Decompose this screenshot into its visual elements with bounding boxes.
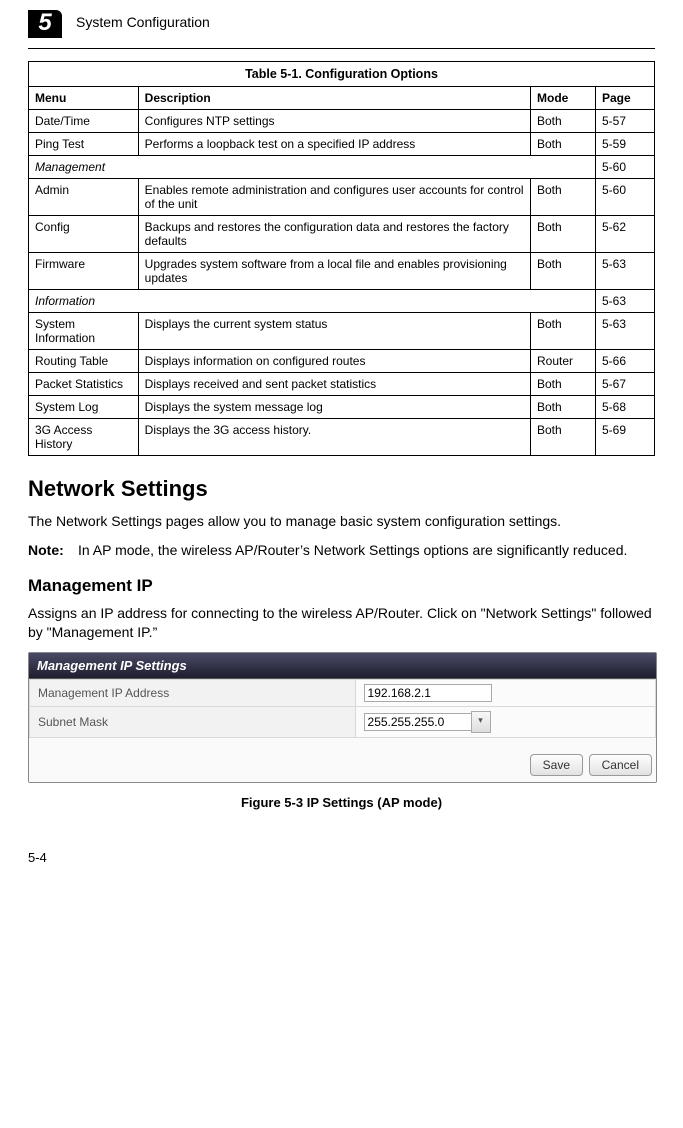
cell-menu: Packet Statistics	[29, 373, 139, 396]
cell-page: 5-60	[596, 156, 655, 179]
subnet-mask-label: Subnet Mask	[30, 706, 356, 737]
cell-mode: Router	[531, 350, 596, 373]
cell-desc: Displays received and sent packet statis…	[138, 373, 530, 396]
figure-caption: Figure 5-3 IP Settings (AP mode)	[28, 795, 655, 810]
note-label: Note:	[28, 541, 78, 560]
ip-row: Management IP Address	[30, 679, 656, 706]
table-row: Date/Time Configures NTP settings Both 5…	[29, 110, 655, 133]
note-block: Note: In AP mode, the wireless AP/Router…	[28, 541, 655, 560]
note-body: In AP mode, the wireless AP/Router’s Net…	[78, 541, 655, 560]
ip-settings-table: Management IP Address Subnet Mask ▾	[29, 679, 656, 738]
save-button[interactable]: Save	[530, 754, 583, 776]
cell-menu: System Log	[29, 396, 139, 419]
cell-menu: Firmware	[29, 253, 139, 290]
configuration-options-table: Table 5-1. Configuration Options Menu De…	[28, 61, 655, 456]
cell-mode: Both	[531, 133, 596, 156]
table-row: Config Backups and restores the configur…	[29, 216, 655, 253]
cell-page: 5-62	[596, 216, 655, 253]
page-number: 5-4	[28, 850, 655, 865]
cell-mode: Both	[531, 253, 596, 290]
cell-page: 5-59	[596, 133, 655, 156]
cell-menu: System Information	[29, 313, 139, 350]
table-row: Packet Statistics Displays received and …	[29, 373, 655, 396]
table-row: Routing Table Displays information on co…	[29, 350, 655, 373]
cell-menu: Ping Test	[29, 133, 139, 156]
table-section-row: Management 5-60	[29, 156, 655, 179]
chapter-title: System Configuration	[76, 14, 210, 30]
table-caption: Table 5-1. Configuration Options	[28, 61, 655, 86]
cancel-button[interactable]: Cancel	[589, 754, 652, 776]
cell-mode: Both	[531, 110, 596, 133]
cell-mode: Both	[531, 216, 596, 253]
cell-section: Management	[29, 156, 596, 179]
col-header-mode: Mode	[531, 87, 596, 110]
cell-section: Information	[29, 290, 596, 313]
cell-mode: Both	[531, 313, 596, 350]
cell-desc: Displays the system message log	[138, 396, 530, 419]
cell-page: 5-67	[596, 373, 655, 396]
table-row: System Information Displays the current …	[29, 313, 655, 350]
heading-management-ip: Management IP	[28, 576, 655, 596]
cell-page: 5-57	[596, 110, 655, 133]
cell-desc: Upgrades system software from a local fi…	[138, 253, 530, 290]
cell-menu: 3G Access History	[29, 419, 139, 456]
management-ip-settings-panel: Management IP Settings Management IP Add…	[28, 652, 657, 783]
mask-row: Subnet Mask ▾	[30, 706, 656, 737]
cell-mode: Both	[531, 179, 596, 216]
chevron-down-icon[interactable]: ▾	[471, 711, 491, 733]
ip-address-label: Management IP Address	[30, 679, 356, 706]
cell-menu: Admin	[29, 179, 139, 216]
cell-page: 5-63	[596, 290, 655, 313]
cell-desc: Displays information on configured route…	[138, 350, 530, 373]
chapter-number-tab: 5	[28, 10, 62, 38]
paragraph-network-settings: The Network Settings pages allow you to …	[28, 512, 655, 531]
cell-page: 5-63	[596, 253, 655, 290]
cell-page: 5-68	[596, 396, 655, 419]
table-row: Ping Test Performs a loopback test on a …	[29, 133, 655, 156]
subnet-mask-input[interactable]	[364, 713, 471, 731]
col-header-page: Page	[596, 87, 655, 110]
paragraph-management-ip: Assigns an IP address for connecting to …	[28, 604, 655, 642]
cell-desc: Enables remote administration and config…	[138, 179, 530, 216]
table-row: Firmware Upgrades system software from a…	[29, 253, 655, 290]
table-row: Admin Enables remote administration and …	[29, 179, 655, 216]
col-header-menu: Menu	[29, 87, 139, 110]
cell-desc: Backups and restores the configuration d…	[138, 216, 530, 253]
cell-desc: Displays the current system status	[138, 313, 530, 350]
panel-title: Management IP Settings	[29, 653, 656, 679]
cell-desc: Displays the 3G access history.	[138, 419, 530, 456]
col-header-description: Description	[138, 87, 530, 110]
cell-menu: Config	[29, 216, 139, 253]
cell-mode: Both	[531, 373, 596, 396]
cell-menu: Routing Table	[29, 350, 139, 373]
cell-page: 5-63	[596, 313, 655, 350]
cell-mode: Both	[531, 396, 596, 419]
table-row: 3G Access History Displays the 3G access…	[29, 419, 655, 456]
cell-page: 5-66	[596, 350, 655, 373]
cell-mode: Both	[531, 419, 596, 456]
ip-address-input[interactable]	[364, 684, 492, 702]
heading-network-settings: Network Settings	[28, 476, 655, 502]
cell-desc: Performs a loopback test on a specified …	[138, 133, 530, 156]
cell-page: 5-69	[596, 419, 655, 456]
table-row: System Log Displays the system message l…	[29, 396, 655, 419]
header-rule	[28, 48, 655, 49]
cell-desc: Configures NTP settings	[138, 110, 530, 133]
table-section-row: Information 5-63	[29, 290, 655, 313]
cell-page: 5-60	[596, 179, 655, 216]
cell-menu: Date/Time	[29, 110, 139, 133]
